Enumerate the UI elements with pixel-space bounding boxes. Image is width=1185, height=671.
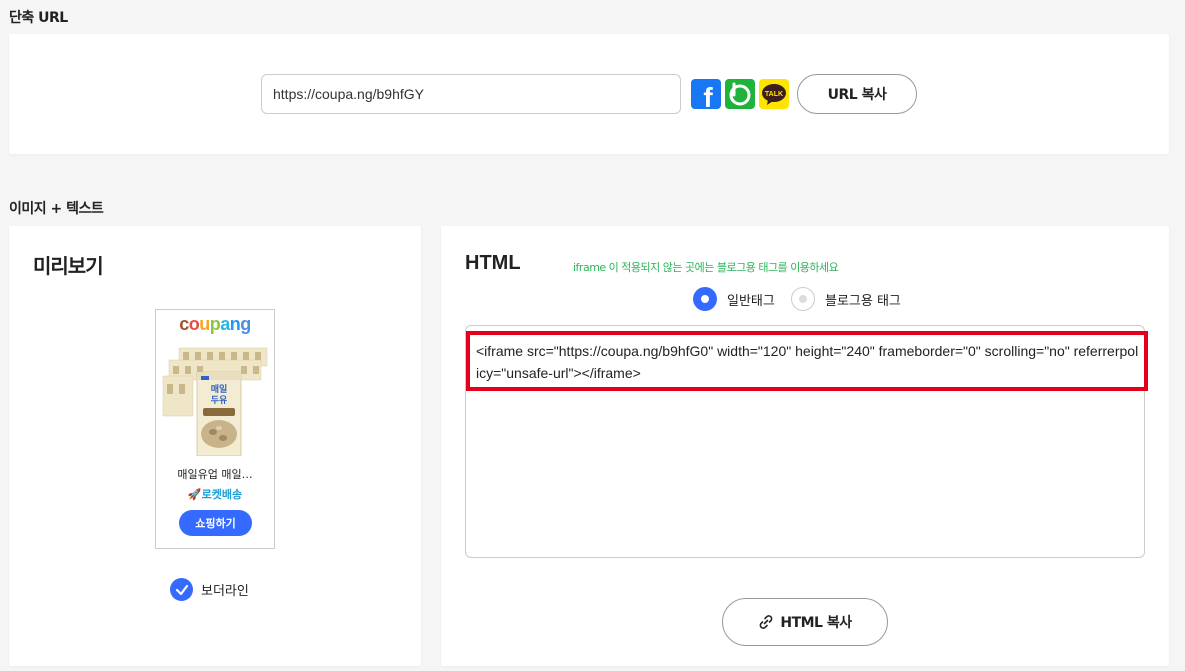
rocket-delivery-badge: 🚀로켓배송 <box>156 486 274 502</box>
link-icon <box>760 615 773 629</box>
check-icon <box>170 578 193 601</box>
svg-text:매일: 매일 <box>211 383 228 395</box>
coupang-logo: coupang <box>179 314 251 334</box>
url-copy-button[interactable]: URL 복사 <box>797 74 917 114</box>
radio-selected-icon <box>693 287 717 311</box>
svg-text:TALK: TALK <box>765 91 783 98</box>
band-icon <box>729 82 751 106</box>
svg-text:f: f <box>703 82 713 109</box>
url-copy-label: URL 복사 <box>827 87 887 103</box>
short-url-field[interactable]: https://coupa.ng/b9hfGY <box>261 74 681 114</box>
kakaotalk-icon: TALK <box>762 84 786 105</box>
preview-title: 미리보기 <box>33 254 104 278</box>
borderline-checkbox[interactable]: 보더라인 <box>170 578 249 601</box>
svg-text:두유: 두유 <box>211 395 228 406</box>
rocket-icon: 🚀 <box>187 488 202 501</box>
section-title-short-url: 단축 URL <box>9 10 68 26</box>
radio-unselected-icon <box>791 287 815 311</box>
radio-normal-tag[interactable]: 일반태그 <box>693 287 775 311</box>
band-share-button[interactable] <box>725 79 755 109</box>
product-image: 매일 두유 <box>162 347 268 456</box>
html-copy-button[interactable]: HTML 복사 <box>722 598 888 646</box>
borderline-label: 보더라인 <box>201 584 249 599</box>
facebook-icon: f <box>703 82 713 109</box>
product-name: 매일유업 매일… <box>177 468 253 481</box>
html-title: HTML <box>465 252 521 274</box>
ad-preview-box[interactable]: coupang 매일 두유 매일유업 매일… 🚀로켓배송 쇼핑하기 <box>155 309 275 549</box>
radio-blog-tag[interactable]: 블로그용 태그 <box>791 287 901 311</box>
rocket-delivery-label: 로켓배송 <box>201 488 243 501</box>
html-hint: iframe 이 적용되지 않는 곳에는 블로그용 태그를 이용하세요 <box>573 261 839 274</box>
shop-button[interactable]: 쇼핑하기 <box>179 510 252 536</box>
radio-normal-label: 일반태그 <box>727 293 775 309</box>
section-title-image-text: 이미지 + 텍스트 <box>9 201 104 217</box>
radio-blog-label: 블로그용 태그 <box>825 293 901 309</box>
facebook-share-button[interactable]: f <box>691 79 721 109</box>
html-copy-label: HTML 복사 <box>780 615 852 631</box>
html-code-text[interactable]: <iframe src="https://coupa.ng/b9hfG0" wi… <box>476 340 1140 384</box>
kakaotalk-share-button[interactable]: TALK <box>759 79 789 109</box>
